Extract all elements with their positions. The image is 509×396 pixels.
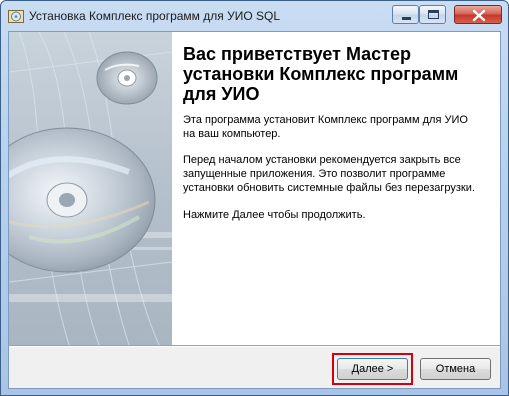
wizard-banner-image — [9, 32, 172, 345]
cancel-button[interactable]: Отмена — [420, 358, 491, 380]
wizard-intro-text: Эта программа установит Комплекс програм… — [183, 114, 468, 140]
window-title: Установка Комплекс программ для УИО SQL — [29, 9, 281, 23]
installer-window: Установка Комплекс программ для УИО SQL — [0, 0, 509, 396]
installer-disc-icon — [8, 8, 24, 24]
wizard-continue-hint: Нажмите Далее чтобы продолжить. — [183, 209, 366, 221]
wizard-client-area: Вас приветствует Мастер установки Компле… — [8, 31, 501, 389]
wizard-heading: Вас приветствует Мастер установки Компле… — [183, 44, 459, 104]
wizard-welcome-panel: Вас приветствует Мастер установки Компле… — [172, 32, 500, 345]
minimize-icon — [402, 17, 411, 20]
next-button[interactable]: Далее > — [337, 358, 408, 380]
minimize-button[interactable] — [392, 5, 419, 24]
close-button[interactable] — [454, 5, 502, 24]
wizard-recommendation-text: Перед началом установки рекомендуется за… — [183, 154, 475, 194]
button-bar-divider — [9, 345, 500, 347]
maximize-icon — [428, 10, 439, 19]
maximize-button[interactable] — [419, 5, 446, 24]
close-icon — [472, 9, 486, 22]
title-bar[interactable]: Установка Комплекс программ для УИО SQL — [1, 1, 508, 31]
